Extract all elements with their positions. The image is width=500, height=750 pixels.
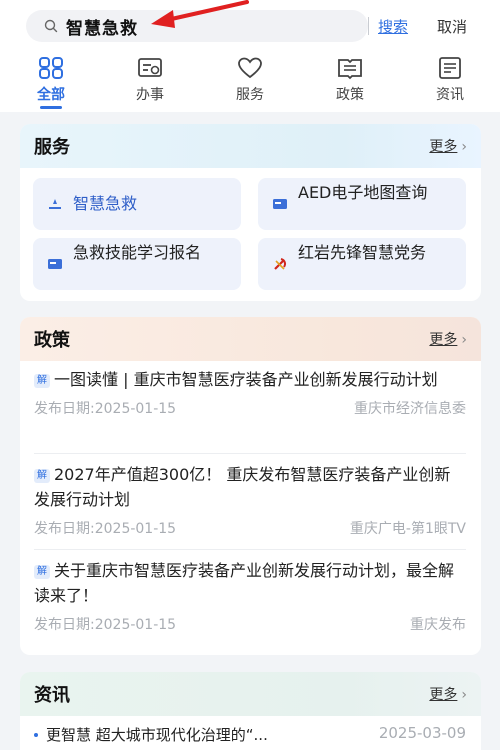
policy-item-title: 解关于重庆市智慧医疗装备产业创新发展行动计划，最全解读来了！ bbox=[34, 558, 466, 608]
policy-section: 政策 更多 › 解一图读懂 | 重庆市智慧医疗装备产业创新发展行动计划 发布日期:… bbox=[20, 317, 481, 655]
chevron-right-icon: › bbox=[461, 332, 467, 348]
services-section: 服务 更多 › 智慧急救 AED电子地图查询 急救技能学习报名 红岩先锋智慧党务 bbox=[20, 124, 481, 301]
news-more-link[interactable]: 更多 › bbox=[429, 684, 467, 704]
service-first-aid-training[interactable]: 急救技能学习报名 bbox=[33, 238, 241, 290]
policy-item-meta: 发布日期:2025-01-15 重庆广电-第1眼TV bbox=[34, 518, 466, 538]
interpretation-badge: 解 bbox=[34, 565, 50, 579]
tab-policy[interactable]: 政策 bbox=[315, 56, 385, 108]
more-label: 更多 bbox=[429, 332, 458, 348]
bullet-dot bbox=[34, 733, 38, 737]
search-query: 智慧急救 bbox=[66, 18, 138, 39]
red-arrow-annotation bbox=[151, 0, 249, 28]
tab-label: 办事 bbox=[136, 87, 164, 103]
tab-label: 服务 bbox=[236, 87, 264, 103]
news-header: 资讯 更多 › bbox=[20, 672, 481, 716]
service-label: AED电子地图查询 bbox=[298, 183, 428, 202]
section-title: 服务 bbox=[34, 137, 70, 158]
cancel-button[interactable]: 取消 bbox=[437, 16, 467, 37]
card-icon bbox=[273, 199, 287, 209]
publish-date: 发布日期:2025-01-15 bbox=[34, 521, 177, 537]
section-title: 资讯 bbox=[34, 685, 70, 706]
category-tabs: 全部 办事 服务 政策 资讯 bbox=[0, 52, 500, 112]
policy-item[interactable]: 解 2027年产值超300亿！ 重庆发布智慧医疗装备产业创新发展行动计划 发布日期… bbox=[34, 462, 466, 538]
policy-item-meta: 发布日期:2025-01-15 重庆市经济信息委 bbox=[34, 398, 466, 418]
policy-more-link[interactable]: 更多 › bbox=[429, 329, 467, 349]
tab-services[interactable]: 服务 bbox=[215, 56, 285, 108]
policy-item-title: 解 2027年产值超300亿！ 重庆发布智慧医疗装备产业创新发展行动计划 bbox=[34, 462, 466, 512]
section-title: 政策 bbox=[34, 330, 70, 351]
active-tab-indicator bbox=[40, 106, 62, 109]
interpretation-badge: 解 bbox=[34, 469, 50, 483]
policy-header: 政策 更多 › bbox=[20, 317, 481, 361]
search-divider bbox=[368, 17, 369, 35]
service-label: 急救技能学习报名 bbox=[73, 243, 202, 262]
news-item[interactable]: 更智慧 超大城市现代化治理的“... 2025-03-09 bbox=[34, 724, 466, 745]
policy-book-icon bbox=[338, 59, 362, 80]
services-more-link[interactable]: 更多 › bbox=[429, 136, 467, 156]
service-smart-first-aid[interactable]: 智慧急救 bbox=[33, 178, 241, 230]
news-title: 更智慧 超大城市现代化治理的“... bbox=[46, 726, 268, 744]
publish-source: 重庆市经济信息委 bbox=[354, 401, 466, 417]
publish-date: 发布日期:2025-01-15 bbox=[34, 617, 177, 633]
services-header: 服务 更多 › bbox=[20, 124, 481, 168]
news-section: 资讯 更多 › 更智慧 超大城市现代化治理的“... 2025-03-09 bbox=[20, 672, 481, 750]
policy-item-meta: 发布日期:2025-01-15 重庆发布 bbox=[34, 614, 466, 634]
publish-date: 发布日期:2025-01-15 bbox=[34, 401, 177, 417]
more-label: 更多 bbox=[429, 687, 458, 703]
news-date: 2025-03-09 bbox=[378, 724, 466, 742]
grid-icon bbox=[39, 57, 63, 79]
service-party-affairs[interactable]: 红岩先锋智慧党务 bbox=[258, 238, 466, 290]
publish-source: 重庆广电-第1眼TV bbox=[349, 521, 466, 537]
policy-item-title: 解一图读懂 | 重庆市智慧医疗装备产业创新发展行动计划 bbox=[34, 367, 466, 392]
service-label: 红岩先锋智慧党务 bbox=[298, 243, 427, 262]
chevron-right-icon: › bbox=[461, 139, 467, 155]
policy-item[interactable]: 解关于重庆市智慧医疗装备产业创新发展行动计划，最全解读来了！ 发布日期:2025… bbox=[34, 558, 466, 634]
task-icon bbox=[138, 58, 162, 77]
ambulance-icon bbox=[49, 199, 61, 209]
search-icon bbox=[44, 19, 58, 33]
tab-label: 政策 bbox=[336, 87, 364, 103]
divider bbox=[34, 549, 466, 550]
tab-all[interactable]: 全部 bbox=[16, 56, 86, 108]
service-label: 智慧急救 bbox=[73, 194, 138, 213]
service-aed-map[interactable]: AED电子地图查询 bbox=[258, 178, 466, 230]
divider bbox=[34, 453, 466, 454]
search-bar: 智慧急救 搜索 取消 bbox=[0, 0, 500, 52]
policy-title-text: 一图读懂 | 重庆市智慧医疗装备产业创新发展行动计划 bbox=[54, 370, 438, 389]
search-button[interactable]: 搜索 bbox=[378, 16, 408, 37]
card-icon bbox=[48, 259, 62, 269]
chevron-right-icon: › bbox=[461, 687, 467, 703]
policy-title-text: 2027年产值超300亿！ 重庆发布智慧医疗装备产业创新发展行动计划 bbox=[34, 465, 451, 509]
policy-title-text: 关于重庆市智慧医疗装备产业创新发展行动计划，最全解读来了！ bbox=[34, 561, 455, 605]
interpretation-badge: 解 bbox=[34, 374, 50, 388]
party-emblem-icon bbox=[274, 258, 286, 270]
tab-label: 资讯 bbox=[436, 87, 464, 103]
tab-label: 全部 bbox=[37, 87, 65, 103]
more-label: 更多 bbox=[429, 139, 458, 155]
heart-icon bbox=[238, 57, 262, 79]
news-icon bbox=[439, 57, 461, 79]
tab-tasks[interactable]: 办事 bbox=[115, 56, 185, 108]
tab-news[interactable]: 资讯 bbox=[415, 56, 485, 108]
policy-item[interactable]: 解一图读懂 | 重庆市智慧医疗装备产业创新发展行动计划 发布日期:2025-01… bbox=[34, 367, 466, 418]
publish-source: 重庆发布 bbox=[410, 617, 466, 633]
